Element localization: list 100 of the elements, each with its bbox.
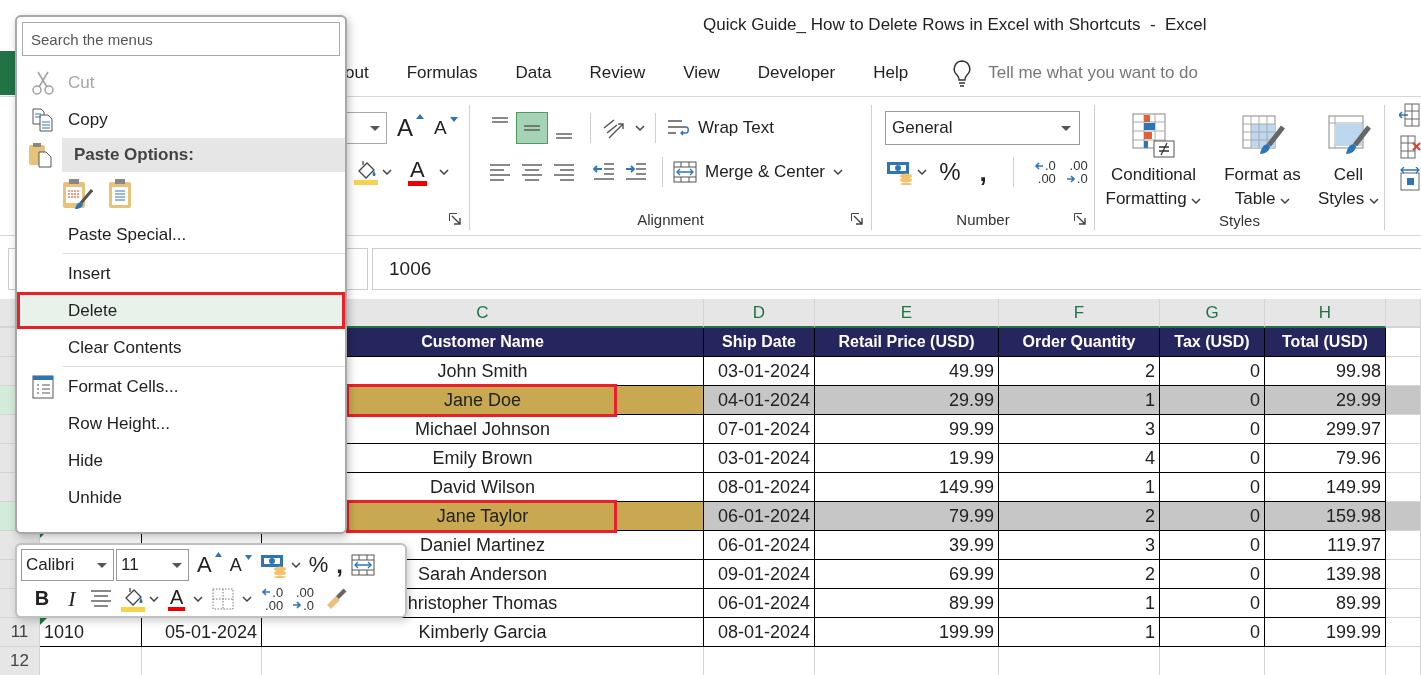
bold-button[interactable]: B [31,587,53,610]
lightbulb-icon [952,59,973,87]
orientation-button[interactable] [601,116,645,140]
shrink-font-button[interactable]: A [229,554,252,576]
ribbon-tab[interactable]: View [683,53,720,93]
menu-item[interactable]: Insert [17,255,345,292]
ribbon-tab[interactable]: Review [589,53,646,93]
font-color-button[interactable]: A [408,158,449,186]
grid-arrow-icon [1399,103,1421,127]
table-cell: 139.98 [1265,560,1386,589]
clipboard-icon [27,142,52,168]
merge-cells-icon [350,554,375,576]
center-align-icon [522,163,542,181]
styles-button[interactable]: Conditional Formatting [1097,113,1210,211]
tell-me-field[interactable]: Tell me what you want to do [986,62,1291,84]
fill-color-icon [120,585,146,612]
row-header[interactable]: 11 [0,618,40,647]
menu-item[interactable]: Delete [17,292,345,329]
grow-font-button[interactable]: A [197,552,222,578]
currency-button[interactable] [259,552,301,578]
currency-icon [259,552,288,578]
arrow-left-icon [1034,161,1044,170]
grow-font-button[interactable]: A [397,114,424,142]
table-cell: 89.99 [815,589,999,618]
italic-button[interactable]: I [62,585,82,612]
table-cell [1386,415,1421,444]
caret-icon [635,125,645,131]
formula-field[interactable]: 1006 [372,248,1421,290]
paste-button[interactable] [107,178,133,210]
wrap-text-button[interactable]: Wrap Text [666,116,774,140]
row-header[interactable]: 12 [0,647,40,675]
table-cell: 0 [1160,444,1265,473]
dialog-launcher-button[interactable] [1074,213,1086,225]
ribbon-tab[interactable]: Developer [757,53,836,93]
shrink-font-button[interactable]: A [434,117,458,139]
caret-icon [242,595,253,602]
paste-button[interactable] [61,178,93,210]
dialog-launcher-button[interactable] [851,213,863,225]
column-header[interactable]: G [1160,299,1265,328]
table-cell: 0 [1160,502,1265,531]
ribbon-tab[interactable]: Formulas [406,53,478,93]
table-cell [1386,386,1421,415]
table-cell: 0 [1160,531,1265,560]
triangle-up-icon [416,114,424,119]
fill-color-button[interactable] [120,585,159,612]
borders-button[interactable] [212,587,253,610]
top-align-icon [490,117,510,123]
group-label: Number [956,210,1010,228]
group-label: Styles [1219,212,1260,229]
table-cell: 06-01-2024 [704,531,815,560]
menu-search-field[interactable]: Search the menus [22,22,340,56]
column-header[interactable]: D [704,299,815,328]
left-align-icon [490,163,510,181]
styles-button[interactable]: Cell Styles [1315,113,1382,211]
table-cell: 1 [999,589,1160,618]
percent-button[interactable]: % [937,158,963,186]
table-cell: 1 [999,386,1160,415]
dropdown-arrow-icon [370,125,380,131]
table-cell [1386,444,1421,473]
dropdown-arrow-icon [1061,125,1071,131]
caret-icon [438,169,449,175]
decrease-decimal-button[interactable]: .00 .0 [1065,159,1088,185]
menu-item[interactable]: Copy [17,101,345,138]
ribbon-tab[interactable]: Data [515,53,552,93]
currency-icon [886,159,914,185]
merge-cells-icon [673,161,697,183]
column-header[interactable]: H [1265,299,1386,328]
styles-button[interactable]: Format as Table [1214,113,1311,211]
font-name-dropdown[interactable]: Calibri [21,549,114,581]
currency-button[interactable] [886,159,927,185]
caret-icon [193,595,204,602]
menu-item[interactable]: Paste Special... [17,216,345,253]
number-format-dropdown[interactable]: General [885,111,1080,145]
font-size-dropdown[interactable]: 11 [116,549,189,581]
comma-button[interactable]: , [973,156,993,188]
table-cell: 09-01-2024 [704,560,815,589]
increase-decimal-button[interactable]: .0 .00 [1034,159,1056,185]
merge-button[interactable] [350,554,375,576]
dialog-launcher-icon [449,213,461,225]
dialog-launcher-icon [1074,213,1086,225]
font-color-button[interactable]: A [168,586,204,611]
table-header-cell: Retail Price (USD) [815,328,999,357]
table-cell: 159.98 [1265,502,1386,531]
fill-color-button[interactable] [353,159,392,185]
dialog-launcher-button[interactable] [449,213,461,225]
align-button[interactable] [516,112,548,144]
grid-cross-icon [1399,135,1421,159]
table-cell: 2 [999,502,1160,531]
table-cell: 0 [1160,560,1265,589]
center-button[interactable] [91,590,111,607]
column-header[interactable]: E [815,299,999,328]
table-cell [1386,589,1421,618]
table-cell: 06-01-2024 [704,502,815,531]
table-cell: 0 [1160,618,1265,647]
borders-icon [212,587,235,610]
table-cell: 0 [1160,386,1265,415]
ribbon-tab[interactable]: Help [873,53,909,93]
merge-center-button[interactable]: Merge & Center [673,161,843,183]
column-header[interactable]: F [999,299,1160,328]
table-cell: 06-01-2024 [704,589,815,618]
